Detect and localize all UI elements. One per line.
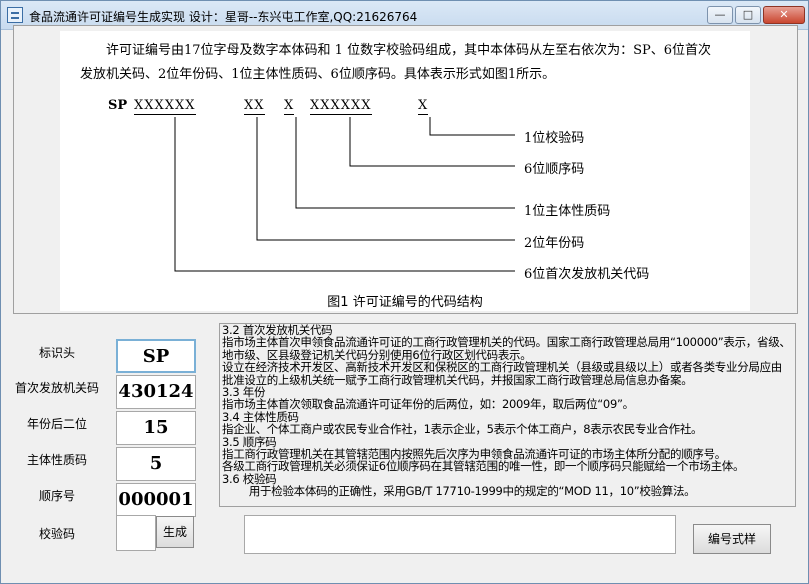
field-label-nature: 主体性质码 bbox=[26, 453, 87, 467]
app-window: 食品流通许可证编号生成实现 设计：星哥--东兴屯工作室,QQ:21626764 … bbox=[0, 0, 809, 584]
explanation-line: 指市场主体首次领取食品流通许可证年份的后两位，如：2009年，取后两位“09”。 bbox=[222, 397, 634, 412]
minimize-button[interactable]: — bbox=[707, 6, 733, 24]
explanation-textbox[interactable]: 3.2 首次发放机关代码 指市场主体首次申领食品流通许可证的工商行政管理机关的代… bbox=[219, 323, 796, 507]
authority-code-input[interactable]: 430124 bbox=[116, 375, 196, 409]
prefix-input[interactable]: SP bbox=[116, 339, 196, 373]
check-code-input[interactable] bbox=[116, 515, 156, 551]
explanation-line: 用于检验本体码的正确性，采用GB/T 17710-1999中的规定的“MOD 1… bbox=[222, 484, 696, 499]
label-year-code: 2位年份码 bbox=[524, 236, 585, 251]
leader-line-nature bbox=[295, 117, 515, 209]
field-label-year: 年份后二位 bbox=[26, 417, 87, 431]
label-sequence-code: 6位顺序码 bbox=[524, 162, 585, 177]
leader-line-authority bbox=[174, 117, 515, 272]
explanation-line: 设立在经济技术开发区、高新技术开发区和保税区的工商行政管理机关（县级或县级以上）… bbox=[222, 360, 782, 387]
label-authority-code: 6位首次发放机关代码 bbox=[524, 267, 650, 282]
explanation-line: 指市场主体首次申领食品流通许可证的工商行政管理机关的代码。国家工商行政管理总局用… bbox=[222, 335, 791, 362]
field-label-prefix: 标识头 bbox=[38, 346, 75, 360]
figure-panel: 许可证编号由17位字母及数字本体码和 1 位数字校验码组成，其中本体码从左至右依… bbox=[13, 25, 798, 314]
close-button[interactable]: ✕ bbox=[763, 6, 805, 24]
sequence-input[interactable]: 000001 bbox=[116, 483, 196, 517]
explanation-line: 指企业、个体工商户或农民专业合作社，1表示企业，5表示个体工商户，8表示农民专业… bbox=[222, 422, 703, 437]
field-label-check: 校验码 bbox=[38, 527, 75, 541]
result-output-box[interactable] bbox=[244, 515, 676, 554]
year-input[interactable]: 15 bbox=[116, 411, 196, 445]
leader-line-sequence bbox=[349, 117, 515, 167]
sample-format-button[interactable]: 编号式样 bbox=[693, 524, 771, 554]
field-label-authority: 首次发放机关码 bbox=[14, 381, 99, 395]
label-check-code: 1位校验码 bbox=[524, 131, 585, 146]
explanation-line: 各级工商行政管理机关必须保证6位顺序码在其管辖范围的唯一性，即一个顺序码只能赋给… bbox=[222, 459, 745, 474]
leader-line-check bbox=[429, 117, 515, 136]
app-icon bbox=[7, 7, 23, 23]
window-title: 食品流通许可证编号生成实现 设计：星哥--东兴屯工作室,QQ:21626764 bbox=[29, 10, 418, 24]
figure-caption: 图1 许可证编号的代码结构 bbox=[327, 295, 483, 310]
figure-image: 许可证编号由17位字母及数字本体码和 1 位数字校验码组成，其中本体码从左至右依… bbox=[60, 31, 750, 311]
maximize-button[interactable]: □ bbox=[735, 6, 761, 24]
generate-button[interactable]: 生成 bbox=[156, 516, 194, 548]
nature-code-input[interactable]: 5 bbox=[116, 447, 196, 481]
field-label-sequence: 顺序号 bbox=[38, 489, 75, 503]
label-nature-code: 1位主体性质码 bbox=[524, 204, 611, 219]
